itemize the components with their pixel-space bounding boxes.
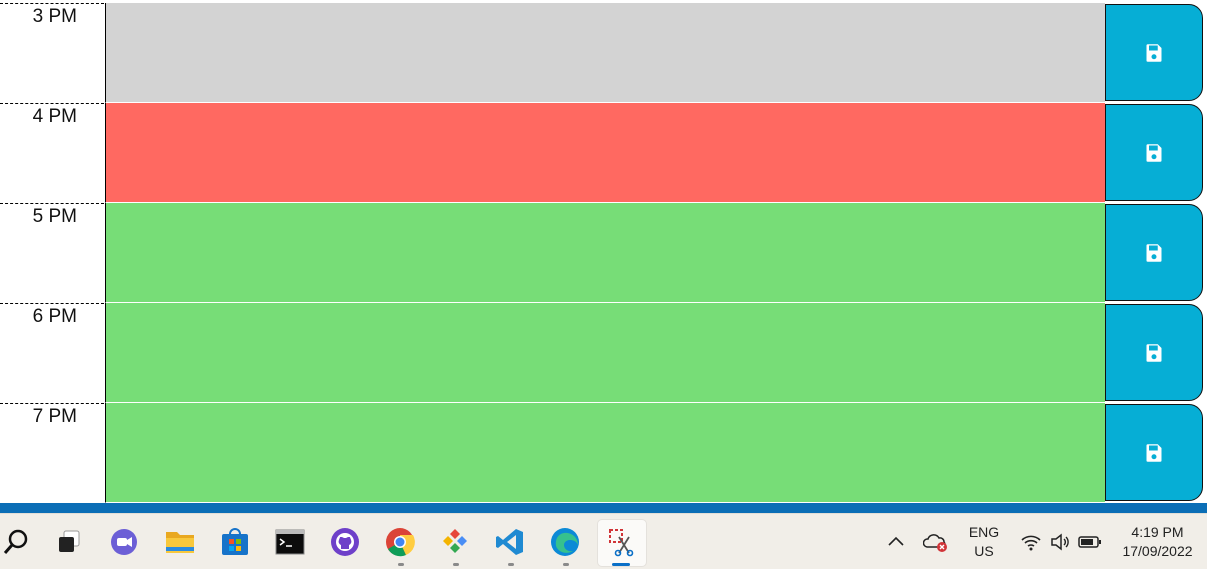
- event-description-input[interactable]: [105, 403, 1105, 503]
- wifi-icon[interactable]: [1015, 526, 1047, 558]
- task-view-icon[interactable]: [53, 526, 85, 558]
- hour-label: 7 PM: [0, 403, 104, 503]
- snipping-tool-icon[interactable]: [605, 526, 637, 558]
- vscode-icon[interactable]: [494, 526, 526, 558]
- event-description-input[interactable]: [105, 303, 1105, 403]
- teams-chat-icon[interactable]: [108, 526, 140, 558]
- event-description-input[interactable]: [105, 3, 1105, 103]
- active-indicator: [612, 563, 630, 566]
- microsoft-store-icon[interactable]: [219, 526, 251, 558]
- editor-status-bar: [0, 503, 1207, 513]
- save-button[interactable]: [1105, 204, 1203, 301]
- speaker-icon[interactable]: [1044, 526, 1076, 558]
- clock-date: 17/09/2022: [1122, 543, 1193, 559]
- floppy-disk-icon: [1146, 443, 1162, 462]
- github-desktop-icon[interactable]: [329, 526, 361, 558]
- running-indicator: [398, 563, 404, 566]
- chevron-up-icon[interactable]: [880, 526, 912, 558]
- taskbar: ENG US 4:19 PM 17/09/2022: [0, 513, 1207, 569]
- clock[interactable]: 4:19 PM 17/09/2022: [1110, 524, 1205, 559]
- running-indicator: [453, 563, 459, 566]
- onedrive-error-icon[interactable]: [920, 526, 952, 558]
- running-indicator: [508, 563, 514, 566]
- save-button[interactable]: [1105, 404, 1203, 501]
- region-code: US: [974, 543, 994, 559]
- time-block: 4 PM: [0, 103, 1207, 203]
- event-description-input[interactable]: [105, 103, 1105, 203]
- battery-icon[interactable]: [1074, 526, 1106, 558]
- git-kraken-icon[interactable]: [439, 526, 471, 558]
- hour-label: 3 PM: [0, 3, 104, 103]
- language-code: ENG: [968, 524, 1000, 540]
- hour-label: 5 PM: [0, 203, 104, 303]
- save-button[interactable]: [1105, 104, 1203, 201]
- floppy-disk-icon: [1146, 343, 1162, 362]
- edge-icon[interactable]: [549, 526, 581, 558]
- floppy-disk-icon: [1146, 143, 1162, 162]
- terminal-icon[interactable]: [274, 526, 306, 558]
- time-block: 7 PM: [0, 403, 1207, 503]
- scheduler: 3 PM 4 PM 5 PM 6 PM 7 PM: [0, 0, 1207, 503]
- time-block: 6 PM: [0, 303, 1207, 403]
- event-description-input[interactable]: [105, 203, 1105, 303]
- file-explorer-icon[interactable]: [164, 526, 196, 558]
- floppy-disk-icon: [1146, 243, 1162, 262]
- hour-label: 4 PM: [0, 103, 104, 203]
- clock-time: 4:19 PM: [1131, 524, 1184, 540]
- chrome-icon[interactable]: [384, 526, 416, 558]
- hour-label: 6 PM: [0, 303, 104, 403]
- time-block: 5 PM: [0, 203, 1207, 303]
- time-block: 3 PM: [0, 3, 1207, 103]
- floppy-disk-icon: [1146, 43, 1162, 62]
- running-indicator: [563, 563, 569, 566]
- save-button[interactable]: [1105, 4, 1203, 101]
- language-indicator[interactable]: ENG US: [960, 524, 1008, 559]
- search-icon[interactable]: [0, 526, 32, 558]
- save-button[interactable]: [1105, 304, 1203, 401]
